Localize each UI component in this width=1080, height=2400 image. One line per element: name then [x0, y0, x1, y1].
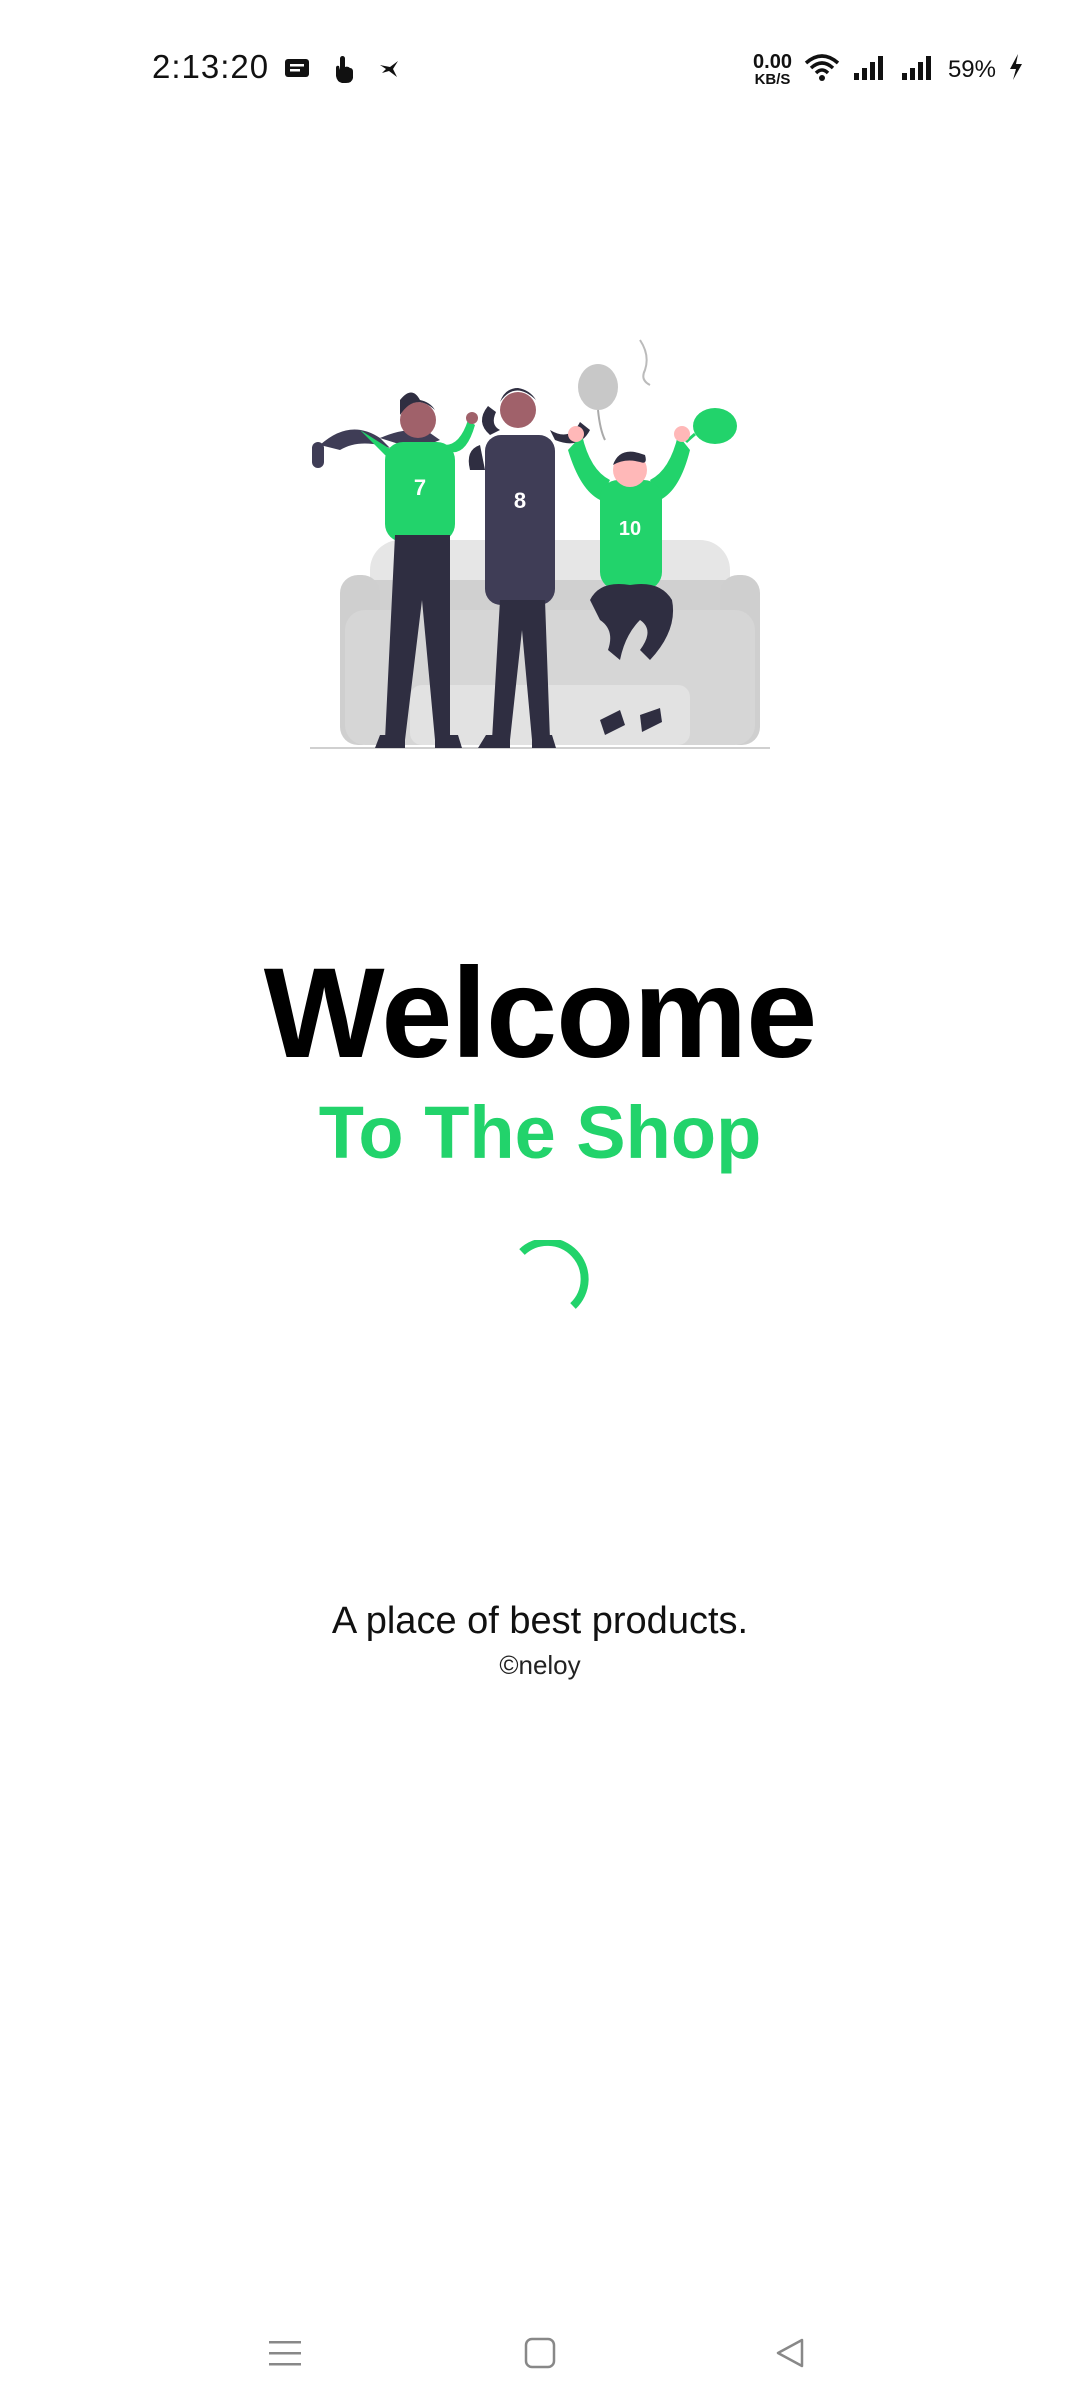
signal-icon: [900, 53, 936, 86]
menu-button[interactable]: [255, 2330, 315, 2380]
notification-icons: [284, 54, 400, 89]
jersey-number: 8: [514, 488, 526, 513]
bird-icon: [378, 59, 400, 84]
jersey-number: 7: [414, 475, 426, 500]
copyright-text: ©neloy: [499, 1650, 581, 1680]
system-status: 0.00 KB/S 59%: [753, 52, 1024, 87]
back-button[interactable]: [760, 2330, 820, 2380]
balloon-icon: [578, 339, 737, 444]
network-speed: 0.00 KB/S: [753, 52, 792, 87]
status-bar: 2:13:20 0.00 KB/S 59%: [0, 0, 1080, 140]
welcome-title: Welcome: [263, 942, 818, 1085]
loading-spinner: [500, 1237, 590, 1330]
tagline: A place of best products.: [331, 1600, 749, 1642]
charging-icon: [1008, 53, 1024, 86]
splash-screen: 2:13:20 0.00 KB/S 59% 7 8 10 Welcome To …: [0, 0, 1080, 2400]
home-button[interactable]: [510, 2330, 570, 2380]
status-time: 2:13:20: [152, 48, 270, 85]
home-icon: [524, 2337, 556, 2374]
battery-level: 59%: [947, 55, 996, 83]
back-icon: [774, 2337, 806, 2374]
navigation-bar: [0, 2300, 1080, 2400]
network-speed-value: 0.00: [753, 51, 792, 73]
touch-icon: [332, 54, 356, 89]
signal-icon: [852, 53, 888, 86]
jersey-number: 10: [619, 518, 641, 540]
wifi-icon: [804, 53, 840, 86]
network-speed-unit: KB/S: [754, 71, 791, 88]
celebration-illustration: 7 8 10: [300, 330, 780, 760]
welcome-subtitle: To The Shop: [318, 1091, 762, 1174]
message-icon: [284, 58, 310, 85]
menu-icon: [268, 2338, 302, 2373]
